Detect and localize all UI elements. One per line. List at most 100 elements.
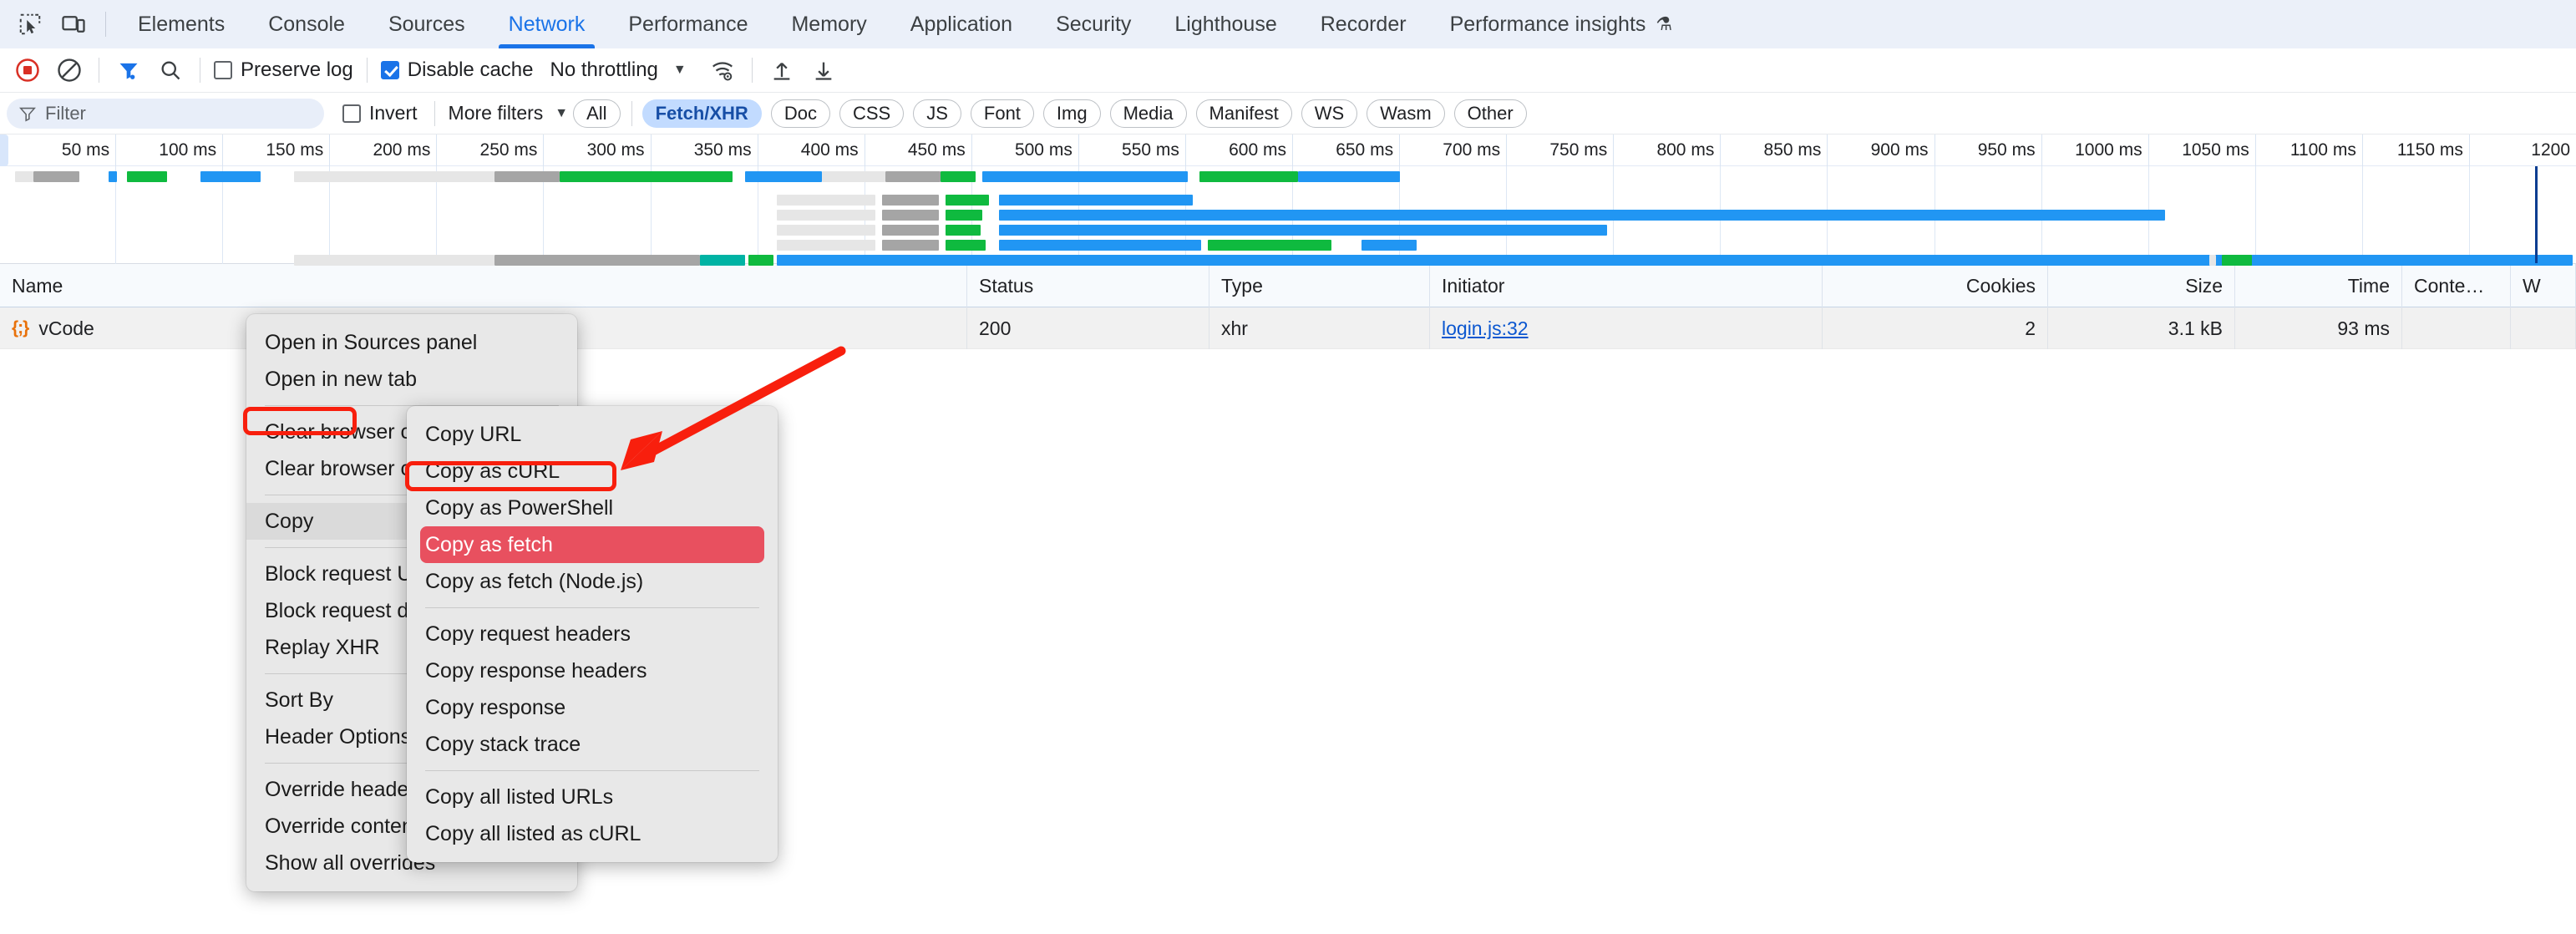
ruler-tick-label: 950 ms — [1977, 140, 2036, 160]
copy-menu-item-copy-url[interactable]: Copy URL — [407, 416, 778, 453]
disable-cache-checkbox[interactable]: Disable cache — [376, 58, 539, 82]
disable-cache-box[interactable] — [380, 61, 399, 79]
chip-css[interactable]: CSS — [839, 99, 905, 128]
column-header-name[interactable]: Name — [0, 263, 967, 307]
throttling-select[interactable]: No throttling ▼ — [550, 58, 686, 82]
copy-menu-item-copy-all-listed-as-curl[interactable]: Copy all listed as cURL — [407, 815, 778, 852]
ruler-tick-label: 300 ms — [586, 140, 645, 160]
column-header-initiator[interactable]: Initiator — [1430, 263, 1823, 307]
copy-submenu[interactable]: Copy URL Copy as cURL Copy as PowerShell Co… — [407, 406, 778, 862]
menu-item-label: Copy — [265, 509, 314, 533]
menu-separator — [425, 607, 759, 608]
preserve-log-checkbox[interactable]: Preserve log — [209, 58, 358, 82]
copy-menu-item-copy-request-headers[interactable]: Copy request headers — [407, 616, 778, 652]
tab-recorder[interactable]: Recorder — [1299, 0, 1428, 48]
network-conditions-icon[interactable] — [702, 49, 743, 91]
column-header-type[interactable]: Type — [1209, 263, 1430, 307]
chip-doc[interactable]: Doc — [770, 99, 830, 128]
chip-ws[interactable]: WS — [1301, 99, 1358, 128]
menu-item-label: Copy all listed as cURL — [425, 821, 641, 845]
chip-fetch-xhr[interactable]: Fetch/XHR — [641, 99, 762, 128]
copy-menu-item-copy-as-fetch-node-js[interactable]: Copy as fetch (Node.js) — [407, 563, 778, 600]
tab-performance[interactable]: Performance — [606, 0, 769, 48]
filter-funnel-small-icon — [19, 107, 36, 122]
chip-wasm[interactable]: Wasm — [1367, 99, 1445, 128]
ruler-tick: 300 ms — [587, 135, 652, 166]
cell-cookies: 2 — [1823, 307, 2048, 349]
menu-item-label: Copy as PowerShell — [425, 495, 614, 520]
overview-bar-segment — [1208, 240, 1331, 251]
tab-lighthouse[interactable]: Lighthouse — [1153, 0, 1298, 48]
toolbar-divider-3 — [366, 58, 368, 83]
copy-menu-item-copy-all-listed-urls[interactable]: Copy all listed URLs — [407, 779, 778, 815]
tab-security[interactable]: Security — [1034, 0, 1153, 48]
network-overview[interactable]: 50 ms 100 ms 150 ms 200 ms 250 ms 300 ms 350 m… — [0, 135, 2576, 266]
chip-js[interactable]: JS — [913, 99, 961, 128]
chip-all[interactable]: All — [573, 99, 621, 128]
menu-item-label: Override content — [265, 814, 419, 838]
copy-menu-item-copy-stack-trace[interactable]: Copy stack trace — [407, 726, 778, 763]
copy-menu-item-copy-as-curl[interactable]: Copy as cURL — [407, 453, 778, 490]
tab-label: Performance insights — [1449, 12, 1646, 36]
ruler-tick-label: 400 ms — [800, 140, 859, 160]
invert-checkbox[interactable]: Invert — [342, 102, 418, 124]
menu-item-open-in-new-tab[interactable]: Open in new tab — [246, 361, 577, 398]
column-header-conte[interactable]: Conte… — [2402, 263, 2511, 307]
filter-funnel-icon[interactable] — [108, 49, 150, 91]
tab-performance-insights[interactable]: Performance insights ⚗ — [1428, 0, 1695, 48]
ruler-tick: 250 ms — [480, 135, 545, 166]
column-header-time[interactable]: Time — [2235, 263, 2402, 307]
tab-application[interactable]: Application — [889, 0, 1034, 48]
menu-item-label: Open in new tab — [265, 367, 418, 391]
overview-bar-segment — [999, 225, 1607, 236]
overview-bar-segment — [777, 225, 875, 236]
tab-elements[interactable]: Elements — [116, 0, 246, 48]
requests-table-header: Name Status Type Initiator Cookies Size Time Co… — [0, 263, 2576, 307]
record-stop-icon[interactable] — [7, 49, 48, 91]
tab-network[interactable]: Network — [487, 0, 607, 48]
ruler-tick-label: 700 ms — [1443, 140, 1501, 160]
search-icon[interactable] — [150, 49, 191, 91]
overview-bar-segment — [1298, 171, 1400, 182]
tab-label: Network — [508, 12, 586, 36]
chip-img[interactable]: Img — [1042, 99, 1101, 128]
export-har-icon[interactable] — [803, 49, 844, 91]
preserve-log-box[interactable] — [214, 61, 232, 79]
copy-menu-item-copy-response[interactable]: Copy response — [407, 689, 778, 726]
menu-item-label: Copy response headers — [425, 658, 647, 683]
import-har-icon[interactable] — [761, 49, 803, 91]
menu-item-label: Copy all listed URLs — [425, 784, 614, 809]
search-input[interactable]: Filter — [7, 98, 324, 129]
tab-sources[interactable]: Sources — [367, 0, 487, 48]
ruler-tick: 800 ms — [1656, 135, 1722, 166]
device-toolbar-icon[interactable] — [52, 3, 95, 46]
tab-console[interactable]: Console — [246, 0, 367, 48]
copy-menu-item-copy-response-headers[interactable]: Copy response headers — [407, 652, 778, 689]
tab-memory[interactable]: Memory — [769, 0, 888, 48]
tab-label: Memory — [791, 12, 867, 36]
column-header-cookies[interactable]: Cookies — [1823, 263, 2048, 307]
overview-bar-segment — [999, 195, 1193, 206]
chip-media[interactable]: Media — [1109, 99, 1187, 128]
initiator-link[interactable]: login.js:32 — [1442, 317, 1529, 339]
copy-menu-item-copy-as-fetch[interactable]: Copy as fetch — [420, 526, 764, 563]
overview-bar-segment — [494, 255, 700, 266]
menu-item-open-in-sources-panel[interactable]: Open in Sources panel — [246, 324, 577, 361]
invert-box[interactable] — [342, 104, 361, 123]
more-filters-dropdown[interactable]: More filters ▼ — [449, 102, 569, 124]
overview-left-handle[interactable] — [0, 135, 8, 166]
chip-other[interactable]: Other — [1453, 99, 1527, 128]
overview-bar-segment — [560, 171, 733, 182]
invert-label: Invert — [369, 102, 418, 124]
chip-font[interactable]: Font — [970, 99, 1034, 128]
overview-bar-segment — [127, 171, 167, 182]
column-header-status[interactable]: Status — [967, 263, 1209, 307]
copy-menu-item-copy-as-powershell[interactable]: Copy as PowerShell — [407, 490, 778, 526]
ruler-tick: 600 ms — [1229, 135, 1293, 166]
column-header-size[interactable]: Size — [2048, 263, 2235, 307]
inspect-element-icon[interactable] — [8, 3, 52, 46]
overview-bar-segment — [882, 240, 939, 251]
chip-manifest[interactable]: Manifest — [1195, 99, 1292, 128]
column-header-w[interactable]: W — [2511, 263, 2576, 307]
clear-icon[interactable] — [48, 49, 90, 91]
